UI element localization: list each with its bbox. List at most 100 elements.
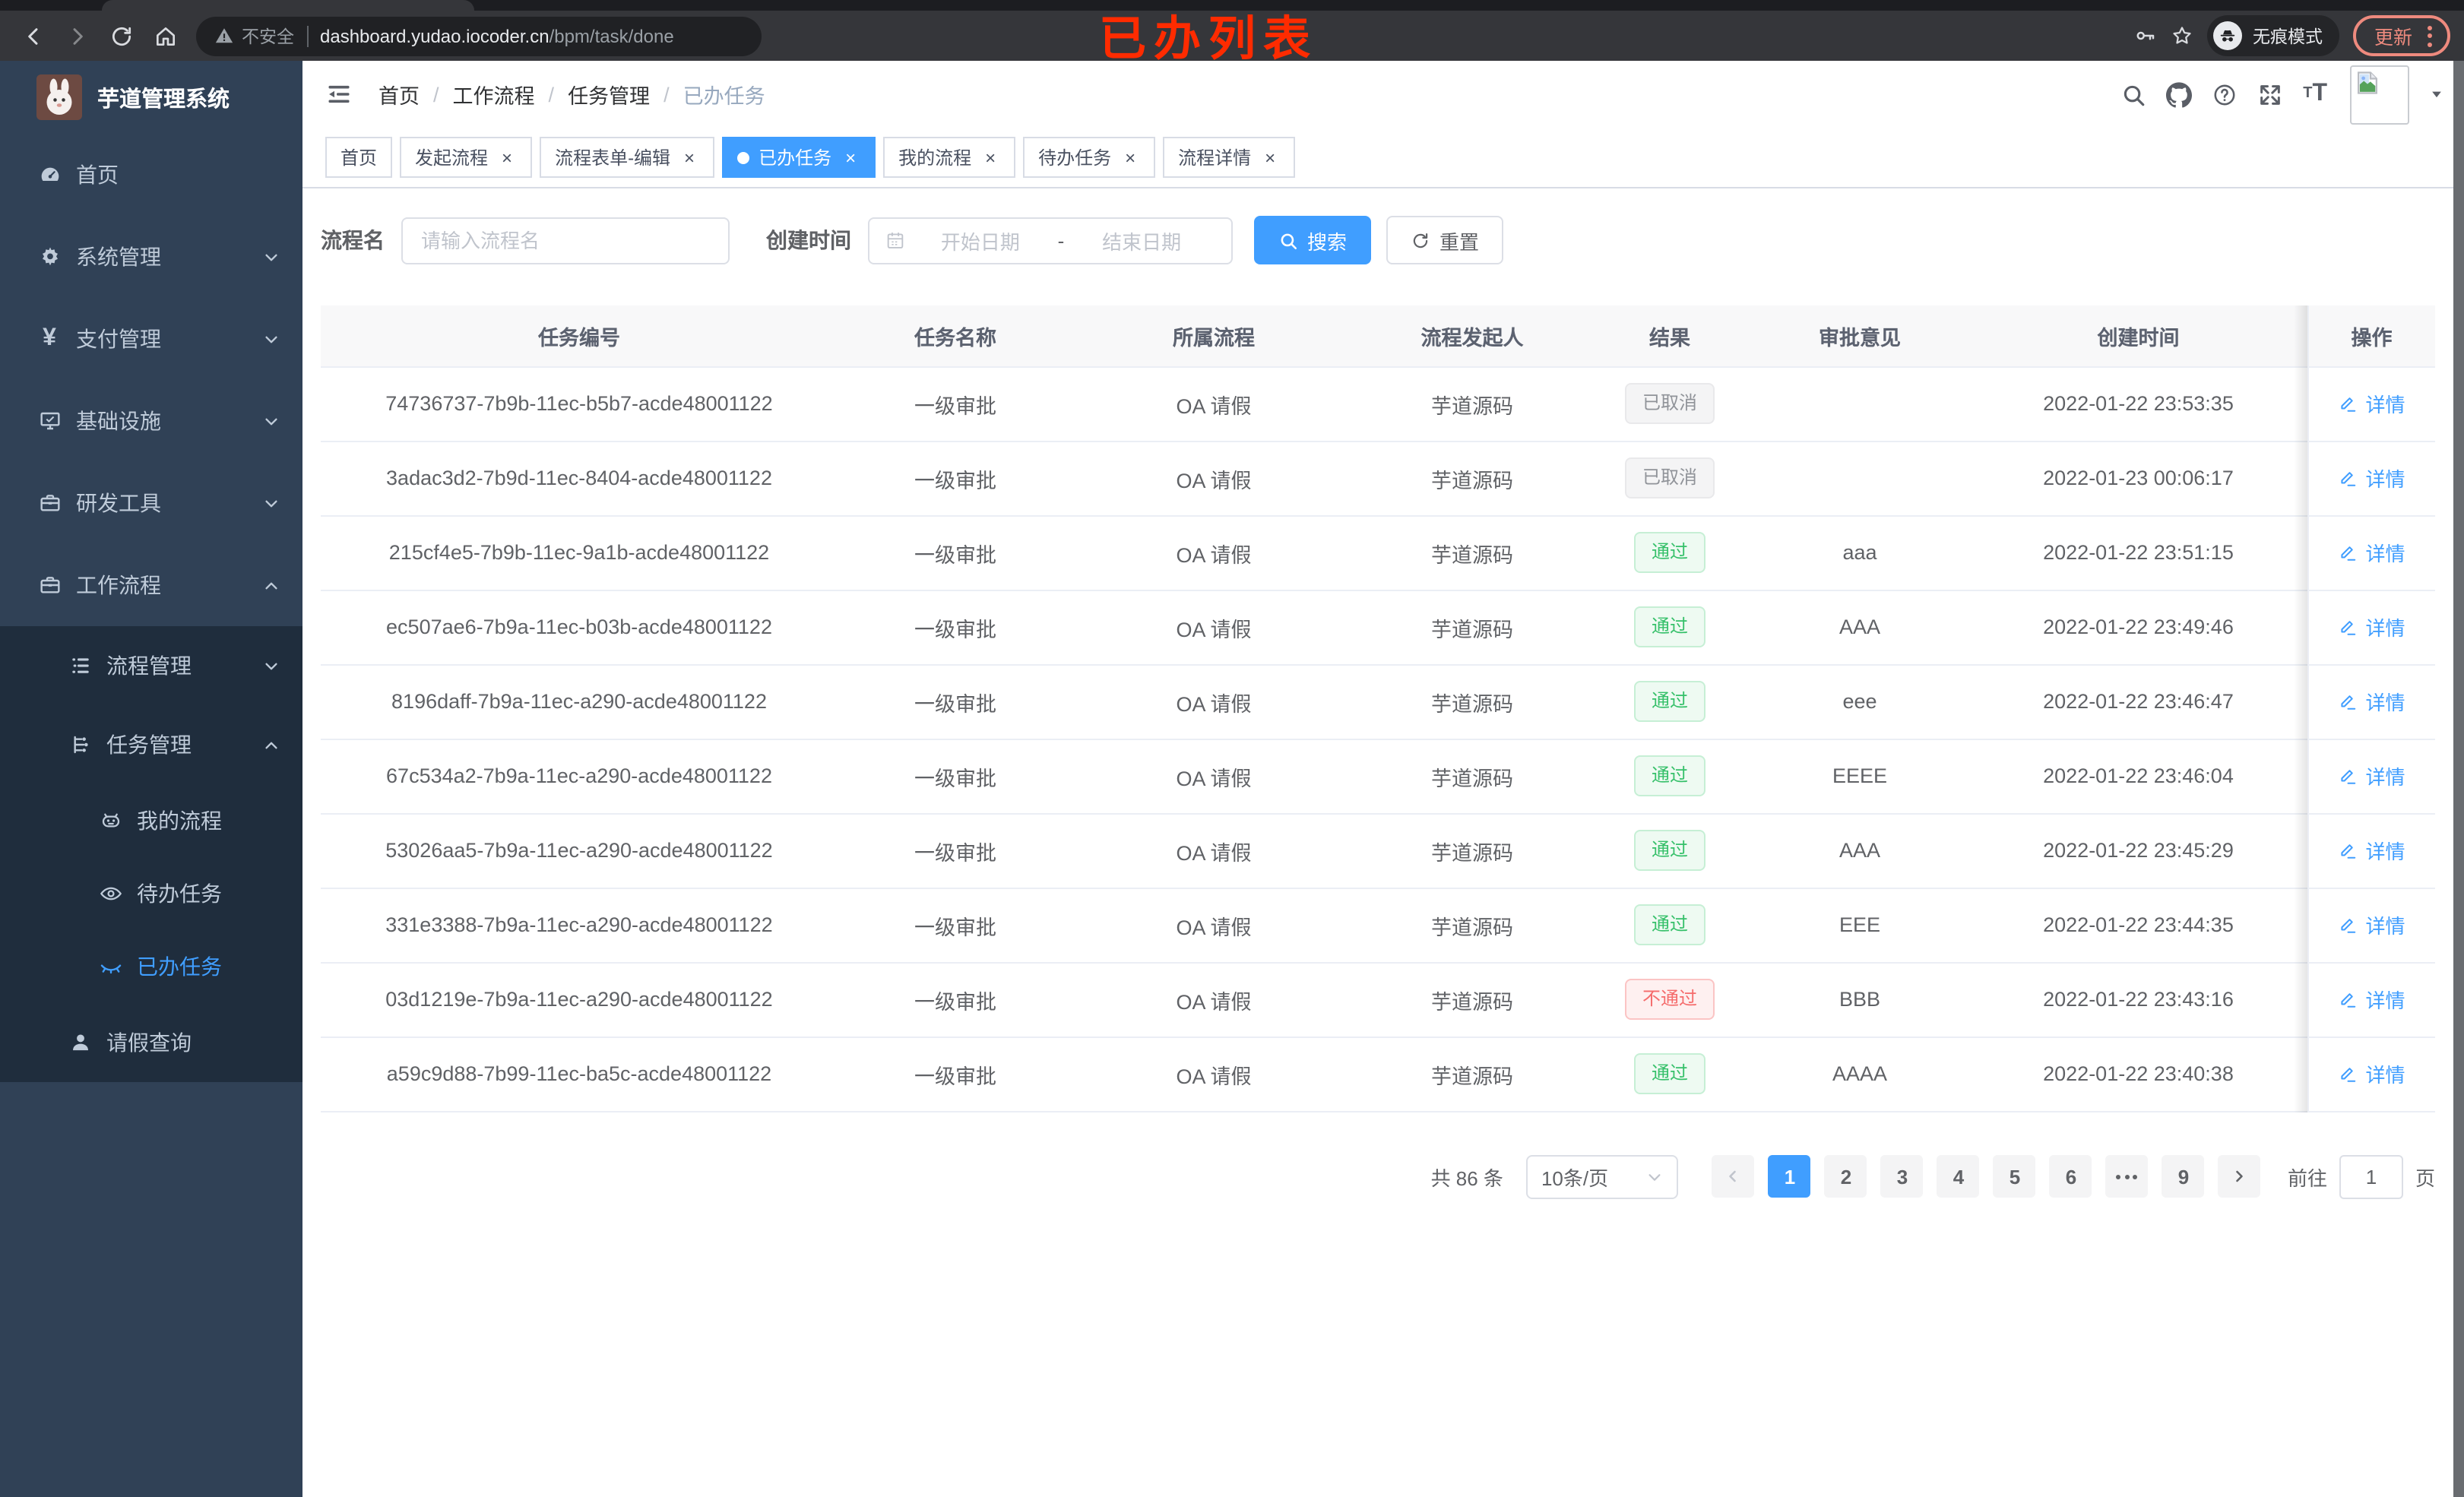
address-bar[interactable]: 不安全 dashboard.yudao.iocoder.cn/bpm/task/… — [196, 16, 762, 55]
page-button-2[interactable]: 2 — [1824, 1155, 1867, 1198]
navbar-right: TT — [2120, 61, 2444, 128]
sidebar-item[interactable]: 工作流程 — [0, 544, 302, 626]
hamburger-icon[interactable] — [325, 81, 353, 108]
page-button-6[interactable]: 6 — [2049, 1155, 2092, 1198]
tab-item[interactable]: 发起流程 × — [400, 137, 533, 178]
page-scrollbar[interactable] — [2453, 61, 2464, 1497]
page-url: dashboard.yudao.iocoder.cn/bpm/task/done — [320, 25, 674, 46]
close-icon[interactable]: × — [497, 147, 517, 168]
prev-page-button[interactable] — [1712, 1155, 1755, 1198]
sidebar-submenu: 流程管理 任务管理 我的流程 待办任务 已办任务 请假查询 — [0, 626, 302, 1082]
detail-button[interactable]: 详情 — [2338, 836, 2405, 865]
tags-view: 首页 发起流程 × 流程表单-编辑 × 已办任务 × 我的流程 × 待办任务 × 流程详情 × — [302, 128, 2464, 188]
fullscreen-icon[interactable] — [2257, 81, 2283, 107]
cell-actions: 详情 — [2307, 1037, 2435, 1112]
detail-button[interactable]: 详情 — [2338, 761, 2405, 790]
breadcrumb-item[interactable]: 工作流程 — [453, 79, 535, 109]
detail-button[interactable]: 详情 — [2338, 389, 2405, 418]
update-button[interactable]: 更新 — [2352, 15, 2450, 56]
flow-tree-icon — [67, 732, 93, 758]
cell-task-id: ec507ae6-7b9a-11ec-b03b-acde48001122 — [321, 590, 838, 665]
font-size-icon[interactable]: TT — [2303, 81, 2327, 106]
cell-result: 不通过 — [1590, 962, 1750, 1037]
cell-result: 通过 — [1590, 590, 1750, 665]
goto-suffix: 页 — [2415, 1166, 2435, 1189]
search-button[interactable]: 搜索 — [1254, 216, 1372, 264]
chevron-up-icon — [263, 736, 280, 753]
reload-icon[interactable] — [102, 16, 141, 55]
date-range-picker[interactable]: 开始日期 - 结束日期 — [868, 217, 1233, 264]
breadcrumb-item[interactable]: 首页 — [378, 79, 420, 109]
tab-item[interactable]: 首页 — [325, 137, 393, 178]
detail-button[interactable]: 详情 — [2338, 910, 2405, 939]
tab-label: 已办任务 — [759, 147, 832, 169]
tab-item[interactable]: 我的流程 × — [883, 137, 1016, 178]
back-icon[interactable] — [14, 16, 53, 55]
home-icon[interactable] — [146, 16, 185, 55]
tab-item[interactable]: 流程详情 × — [1163, 137, 1296, 178]
help-icon[interactable] — [2212, 81, 2238, 107]
page-more-button[interactable] — [2105, 1155, 2149, 1198]
page-button-9[interactable]: 9 — [2162, 1155, 2205, 1198]
security-label: 不安全 — [242, 28, 294, 46]
browser-menu-icon[interactable] — [2424, 25, 2435, 46]
eye-closed-icon — [97, 954, 123, 980]
page-button-4[interactable]: 4 — [1937, 1155, 1980, 1198]
table-wrap: 任务编号 任务名称 所属流程 流程发起人 结果 审批意见 创建时间 操作 74736737-7… — [321, 305, 2435, 1112]
sidebar-item[interactable]: 请假查询 — [0, 1003, 302, 1082]
cell-starter: 芋道源码 — [1354, 366, 1590, 442]
forward-icon[interactable] — [58, 16, 97, 55]
page-button-1[interactable]: 1 — [1768, 1155, 1811, 1198]
sidebar-item[interactable]: 任务管理 — [0, 705, 302, 784]
breadcrumb-separator: / — [548, 83, 555, 106]
key-icon[interactable] — [2134, 24, 2157, 47]
sidebar-item[interactable]: 系统管理 — [0, 216, 302, 298]
page-size-select[interactable]: 10条/页 — [1525, 1154, 1678, 1198]
cell-create-time: 2022-01-22 23:46:04 — [1970, 739, 2307, 814]
sidebar-item[interactable]: 基础设施 — [0, 380, 302, 462]
chevron-down-icon — [1646, 1168, 1663, 1185]
cell-task-name: 一级审批 — [838, 888, 1073, 963]
detail-button[interactable]: 详情 — [2338, 538, 2405, 567]
sidebar-item[interactable]: 流程管理 — [0, 626, 302, 705]
avatar[interactable] — [2350, 65, 2409, 124]
cell-process: OA 请假 — [1073, 441, 1354, 516]
process-name-input[interactable] — [401, 217, 730, 264]
detail-button[interactable]: 详情 — [2338, 1059, 2405, 1088]
reset-button[interactable]: 重置 — [1386, 216, 1504, 264]
sidebar-item[interactable]: 待办任务 — [0, 857, 302, 930]
page-button-3[interactable]: 3 — [1880, 1155, 1924, 1198]
close-icon[interactable]: × — [1120, 147, 1140, 168]
bookmark-star-icon[interactable] — [2171, 24, 2193, 47]
sidebar-item[interactable]: 已办任务 — [0, 930, 302, 1003]
close-icon[interactable]: × — [1260, 147, 1280, 168]
page-button-5[interactable]: 5 — [1993, 1155, 2036, 1198]
sidebar-item[interactable]: 我的流程 — [0, 784, 302, 857]
close-icon[interactable]: × — [980, 147, 1000, 168]
close-icon[interactable]: × — [679, 147, 699, 168]
chevron-down-icon — [263, 495, 280, 511]
browser-active-tab[interactable] — [102, 0, 474, 11]
cell-starter: 芋道源码 — [1354, 590, 1590, 665]
detail-button[interactable]: 详情 — [2338, 612, 2405, 641]
tab-item[interactable]: 已办任务 × — [722, 137, 876, 178]
detail-button[interactable]: 详情 — [2338, 464, 2405, 492]
tab-item[interactable]: 流程表单-编辑 × — [540, 137, 715, 178]
detail-button[interactable]: 详情 — [2338, 985, 2405, 1014]
github-icon[interactable] — [2166, 81, 2193, 107]
sidebar-item[interactable]: ¥ 支付管理 — [0, 298, 302, 380]
breadcrumb-item[interactable]: 任务管理 — [568, 79, 650, 109]
logo-row[interactable]: 芋道管理系统 — [0, 61, 302, 134]
search-icon[interactable] — [2120, 81, 2146, 107]
next-page-button[interactable] — [2218, 1155, 2261, 1198]
detail-button[interactable]: 详情 — [2338, 687, 2405, 716]
chevron-down-icon[interactable] — [2429, 87, 2444, 102]
result-badge: 通过 — [1634, 606, 1705, 647]
sidebar-item[interactable]: 首页 — [0, 134, 302, 216]
goto-page-input[interactable] — [2339, 1154, 2403, 1198]
tab-item[interactable]: 待办任务 × — [1023, 137, 1156, 178]
cell-starter: 芋道源码 — [1354, 739, 1590, 814]
close-icon[interactable]: × — [841, 147, 860, 168]
sidebar-item[interactable]: 研发工具 — [0, 462, 302, 544]
detail-label: 详情 — [2365, 989, 2405, 1012]
